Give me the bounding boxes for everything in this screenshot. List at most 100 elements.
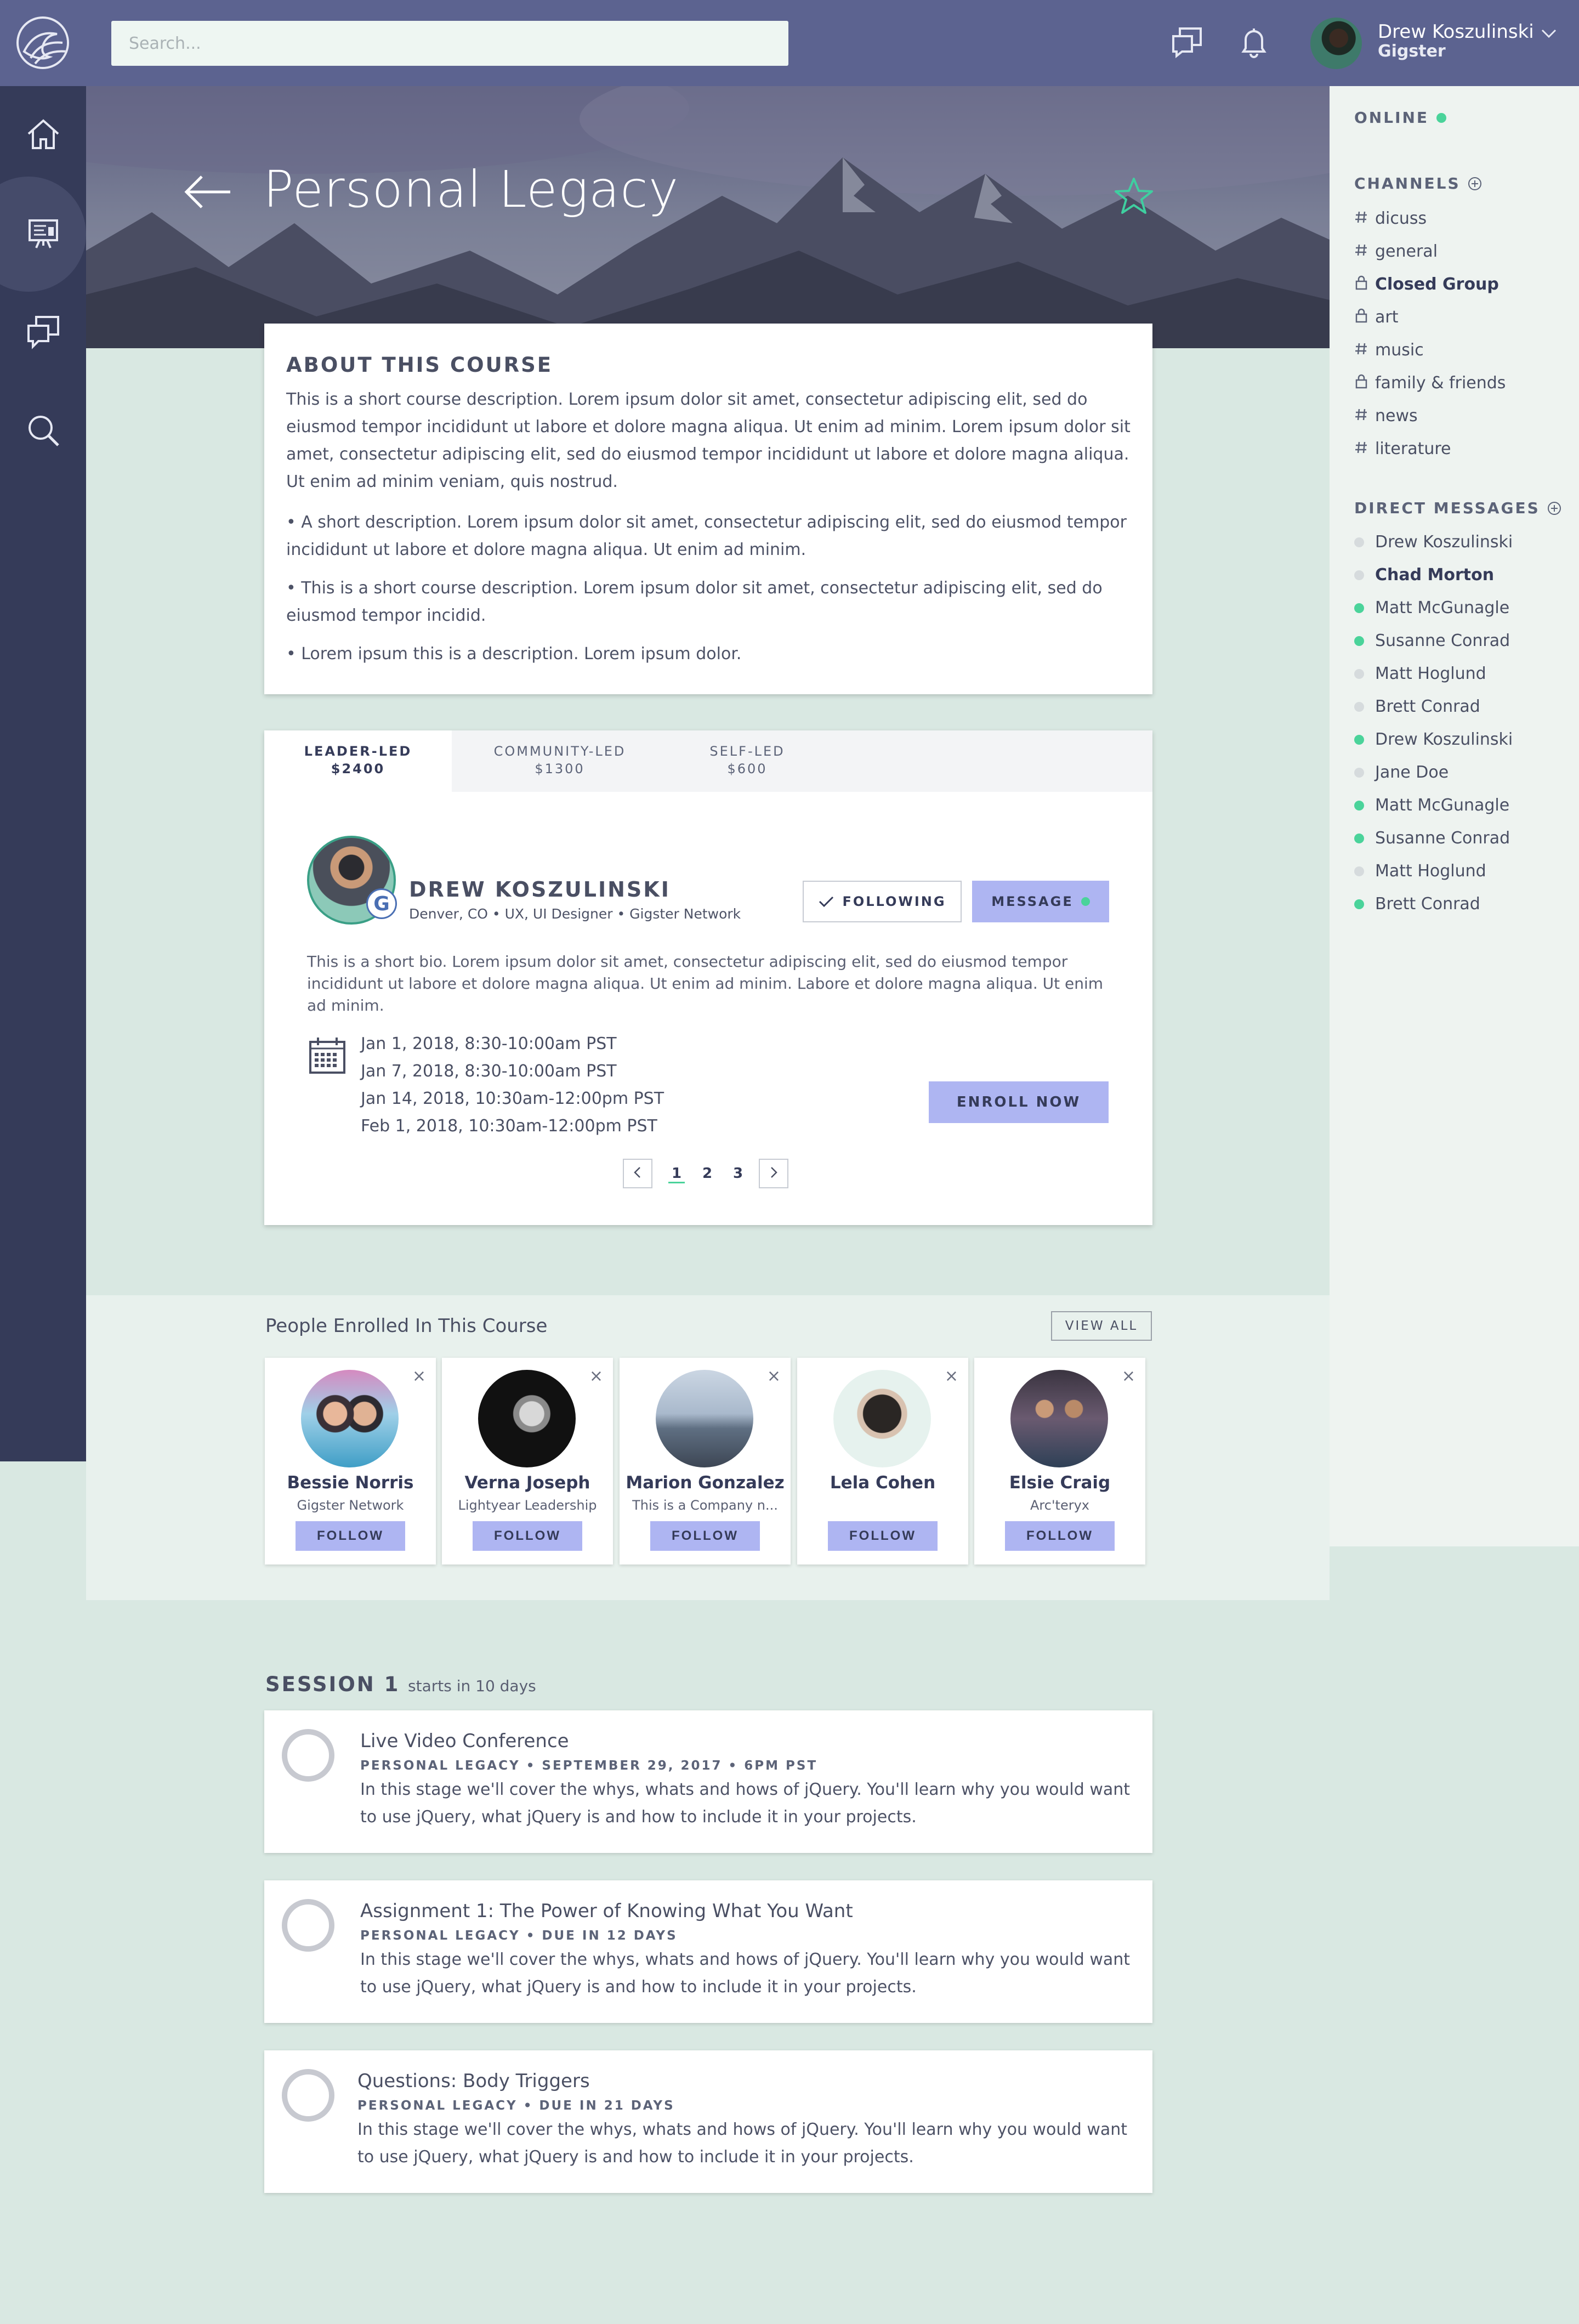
right-sidebar	[1330, 86, 1579, 1546]
pagination-prev[interactable]	[623, 1159, 652, 1188]
enrolled-title: People Enrolled In This Course	[265, 1315, 548, 1337]
channel-name: art	[1375, 307, 1399, 327]
dm-item[interactable]: Matt Hoglund	[1354, 861, 1486, 881]
offline-dot	[1354, 537, 1364, 547]
person-name[interactable]: Elsie Craig	[974, 1473, 1145, 1493]
dm-item[interactable]: Brett Conrad	[1354, 697, 1480, 716]
channel-item[interactable]: general	[1354, 240, 1438, 262]
person-company: Lightyear Leadership	[458, 1498, 597, 1513]
tab-leader-led[interactable]: LEADER-LED $2400	[264, 742, 452, 778]
star-icon[interactable]	[1113, 175, 1155, 217]
dm-item[interactable]: Jane Doe	[1354, 763, 1449, 782]
channel-item[interactable]: art	[1354, 306, 1398, 328]
back-arrow-icon[interactable]	[181, 170, 236, 214]
dm-item[interactable]: Matt McGunagle	[1354, 598, 1509, 617]
tab-self-led[interactable]: SELF-LED $600	[654, 742, 841, 778]
dm-item[interactable]: Chad Morton	[1354, 565, 1494, 585]
channels-header: CHANNELS	[1354, 174, 1483, 192]
channel-name: family & friends	[1375, 373, 1506, 393]
nav-home[interactable]	[0, 86, 86, 185]
avatar[interactable]	[656, 1370, 753, 1467]
online-label: ONLINE	[1354, 109, 1429, 127]
session-task[interactable]: Questions: Body Triggers PERSONAL LEGACY…	[264, 2050, 1152, 2193]
avatar[interactable]	[833, 1370, 931, 1467]
add-dm-icon[interactable]	[1547, 501, 1562, 516]
dm-item[interactable]: Brett Conrad	[1354, 894, 1480, 914]
tab-label: LEADER-LED	[304, 744, 412, 759]
pagination-next[interactable]	[759, 1159, 788, 1188]
add-channel-icon[interactable]	[1467, 176, 1483, 191]
user-name[interactable]: Drew Koszulinski	[1378, 21, 1534, 43]
instructor-name[interactable]: DREW KOSZULINSKI	[409, 877, 671, 902]
channel-name: literature	[1375, 439, 1451, 458]
following-label: FOLLOWING	[842, 894, 946, 909]
person-name[interactable]: Marion Gonzalez	[620, 1473, 791, 1493]
follow-button[interactable]: FOLLOW	[296, 1521, 405, 1551]
channel-item[interactable]: dicuss	[1354, 207, 1427, 229]
check-icon	[818, 895, 834, 908]
tab-community-led[interactable]: COMMUNITY-LED $1300	[466, 742, 654, 778]
task-title[interactable]: Assignment 1: The Power of Knowing What …	[360, 1900, 853, 1922]
dm-name: Susanne Conrad	[1375, 829, 1510, 848]
close-icon[interactable]: ×	[589, 1367, 603, 1386]
follow-button[interactable]: FOLLOW	[473, 1521, 582, 1551]
wave-logo-icon[interactable]	[16, 16, 69, 69]
task-title[interactable]: Questions: Body Triggers	[357, 2070, 590, 2092]
channel-item[interactable]: family & friends	[1354, 372, 1506, 394]
about-paragraph: This is a short course description. Lore…	[286, 390, 1131, 491]
dm-name: Susanne Conrad	[1375, 631, 1510, 650]
user-avatar[interactable]	[1310, 18, 1362, 69]
dm-item[interactable]: Matt McGunagle	[1354, 796, 1509, 815]
close-icon[interactable]: ×	[767, 1367, 781, 1386]
dm-item[interactable]: Susanne Conrad	[1354, 829, 1510, 848]
about-bullet: • A short description. Lorem ipsum dolor…	[286, 513, 1127, 559]
dm-item[interactable]: Susanne Conrad	[1354, 631, 1510, 650]
following-button[interactable]: FOLLOWING	[803, 881, 962, 922]
person-company: This is a Company n...	[632, 1498, 778, 1513]
view-all-button[interactable]: VIEW ALL	[1051, 1311, 1152, 1341]
tab-price: $1300	[535, 761, 585, 776]
close-icon[interactable]: ×	[945, 1367, 958, 1386]
session-task[interactable]: Live Video Conference PERSONAL LEGACY • …	[264, 1710, 1152, 1853]
dm-name: Matt McGunagle	[1375, 796, 1510, 815]
session-task[interactable]: Assignment 1: The Power of Knowing What …	[264, 1880, 1152, 2023]
person-name[interactable]: Verna Joseph	[442, 1473, 613, 1493]
channel-item[interactable]: news	[1354, 405, 1418, 427]
dm-header: DIRECT MESSAGES	[1354, 499, 1562, 517]
dm-item[interactable]: Matt Hoglund	[1354, 664, 1486, 683]
avatar[interactable]	[301, 1370, 399, 1467]
enroll-now-button[interactable]: ENROLL NOW	[929, 1081, 1109, 1123]
channel-item[interactable]: music	[1354, 339, 1424, 361]
follow-button[interactable]: FOLLOW	[650, 1521, 760, 1551]
chat-icon[interactable]	[1168, 23, 1206, 61]
pagination-page[interactable]: 2	[699, 1165, 715, 1182]
channel-item[interactable]: Closed Group	[1354, 273, 1499, 295]
task-status-circle[interactable]	[282, 2069, 334, 2122]
follow-button[interactable]: FOLLOW	[1005, 1521, 1115, 1551]
task-status-circle[interactable]	[282, 1899, 334, 1952]
close-icon[interactable]: ×	[1122, 1367, 1135, 1386]
dm-item[interactable]: Drew Koszulinski	[1354, 532, 1513, 552]
avatar[interactable]	[1010, 1370, 1108, 1467]
person-name[interactable]: Lela Cohen	[797, 1473, 968, 1493]
dm-item[interactable]: Drew Koszulinski	[1354, 730, 1513, 749]
close-icon[interactable]: ×	[412, 1367, 426, 1386]
pagination-page[interactable]: 3	[730, 1165, 746, 1182]
pagination-page[interactable]: 1	[668, 1165, 685, 1183]
nav-chat[interactable]	[0, 284, 86, 382]
task-title[interactable]: Live Video Conference	[360, 1730, 569, 1752]
nav-courses[interactable]	[0, 185, 86, 284]
message-button[interactable]: MESSAGE	[972, 881, 1109, 922]
nav-search[interactable]	[0, 382, 86, 481]
follow-button[interactable]: FOLLOW	[828, 1521, 938, 1551]
dm-name: Matt McGunagle	[1375, 598, 1510, 617]
chevron-down-icon[interactable]	[1540, 24, 1558, 43]
task-status-circle[interactable]	[282, 1729, 334, 1782]
home-icon	[24, 115, 63, 156]
tab-label: SELF-LED	[709, 744, 785, 759]
search-input[interactable]	[111, 21, 788, 66]
bell-icon[interactable]	[1235, 23, 1273, 61]
avatar[interactable]	[478, 1370, 576, 1467]
channel-item[interactable]: literature	[1354, 438, 1451, 460]
person-name[interactable]: Bessie Norris	[265, 1473, 436, 1493]
